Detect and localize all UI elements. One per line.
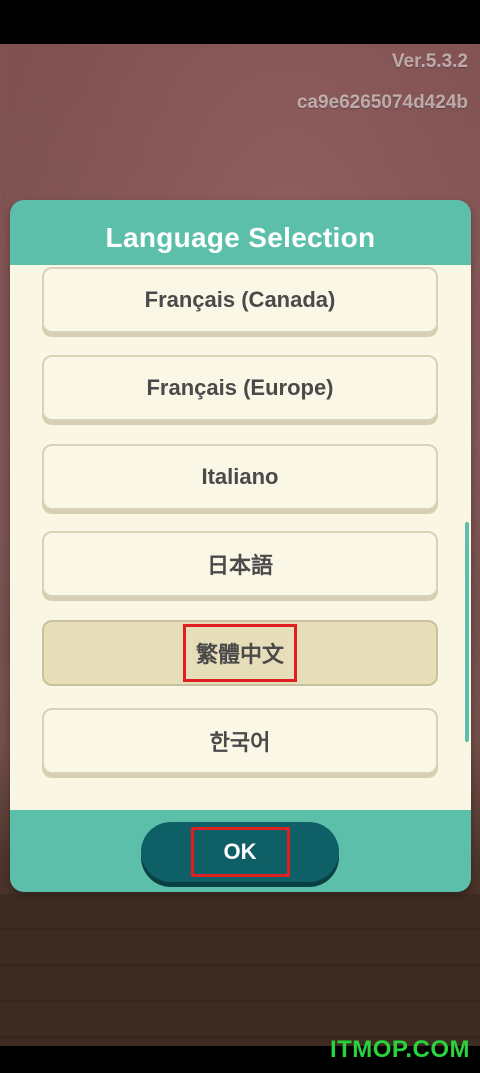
language-option-label: Italiano bbox=[201, 464, 279, 489]
language-option-japanese[interactable]: 日本語 bbox=[42, 531, 438, 597]
language-option-label: Français (Canada) bbox=[144, 287, 336, 312]
dialog-title: Language Selection bbox=[105, 222, 376, 253]
language-selection-dialog: Language Selection Français (Canada) Fra… bbox=[10, 200, 471, 892]
ok-button[interactable]: OK bbox=[141, 822, 339, 882]
language-option-label: 한국어 bbox=[209, 730, 271, 755]
language-option-french-canada[interactable]: Français (Canada) bbox=[42, 267, 438, 333]
language-option-french-europe[interactable]: Français (Europe) bbox=[42, 355, 438, 421]
language-option-italian[interactable]: Italiano bbox=[42, 444, 438, 510]
language-list[interactable]: Français (Canada) Français (Europe) Ital… bbox=[10, 265, 471, 810]
list-scrollbar[interactable] bbox=[465, 522, 469, 742]
language-option-label: 繁體中文 bbox=[182, 624, 297, 682]
build-hash-label: ca9e6265074d424b bbox=[296, 92, 468, 113]
language-option-label: Français (Europe) bbox=[146, 375, 334, 400]
language-option-korean[interactable]: 한국어 bbox=[42, 708, 438, 774]
watermark-text: ITMOP.COM bbox=[329, 1036, 470, 1063]
language-option-traditional-chinese[interactable]: 繁體中文 bbox=[42, 620, 438, 686]
language-option-label: 日本語 bbox=[206, 553, 273, 578]
status-bar bbox=[0, 0, 480, 44]
ok-button-label: OK bbox=[190, 827, 290, 877]
version-label: Ver.5.3.2 bbox=[391, 51, 468, 72]
